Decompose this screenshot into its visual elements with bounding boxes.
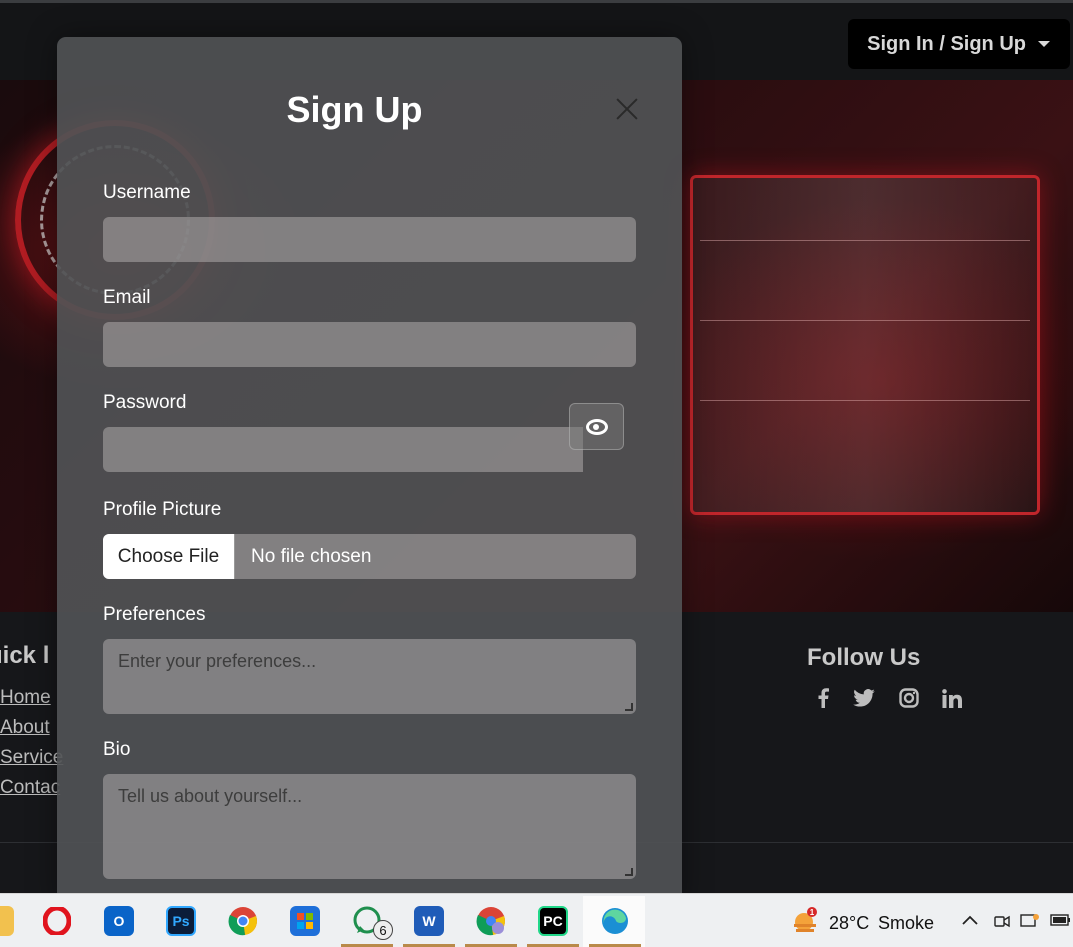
weather-description[interactable]: Smoke	[878, 913, 934, 934]
sign-in-sign-up-dropdown[interactable]: Sign In / Sign Up	[848, 19, 1070, 69]
bio-textarea[interactable]	[103, 774, 636, 879]
meet-now-icon[interactable]	[994, 913, 1010, 934]
close-icon[interactable]	[615, 97, 639, 121]
word-icon[interactable]: W	[414, 906, 444, 936]
profile-picture-file-input[interactable]: Choose File No file chosen	[103, 534, 636, 579]
profile-picture-label: Profile Picture	[103, 499, 222, 520]
footer-link-services[interactable]: Service	[0, 747, 63, 769]
pycharm-icon[interactable]: PC	[538, 906, 568, 936]
chevron-up-icon[interactable]	[962, 913, 978, 931]
email-label: Email	[103, 287, 151, 308]
file-explorer-icon[interactable]	[0, 906, 14, 936]
edge-icon[interactable]	[600, 906, 630, 936]
outlook-icon[interactable]: O	[104, 906, 134, 936]
hero-line	[700, 320, 1030, 321]
resize-handle-icon[interactable]	[625, 868, 633, 876]
footer-link-home[interactable]: Home	[0, 687, 51, 709]
weather-icon[interactable]: 1	[790, 906, 820, 936]
weather-temperature[interactable]: 28°C	[829, 913, 869, 934]
hero-screen-graphic	[690, 175, 1040, 515]
photoshop-icon[interactable]: Ps	[166, 906, 196, 936]
email-input[interactable]	[103, 322, 636, 367]
footer-link-about[interactable]: About	[0, 717, 50, 739]
sign-up-modal: Sign Up Username Email Password Profile …	[57, 37, 682, 907]
windows-taskbar: O Ps W PC 1 28°C Smoke	[0, 893, 1073, 947]
choose-file-button[interactable]: Choose File	[103, 534, 235, 579]
microsoft-store-icon[interactable]	[290, 906, 320, 936]
facebook-icon[interactable]	[811, 686, 835, 710]
battery-icon[interactable]	[1050, 913, 1072, 932]
network-icon[interactable]	[1020, 913, 1040, 936]
toggle-password-visibility-button[interactable]	[569, 403, 624, 450]
follow-us-title: Follow Us	[807, 644, 921, 671]
auth-dropdown-label: Sign In / Sign Up	[867, 32, 1026, 55]
footer-link-contact[interactable]: Contac	[0, 777, 60, 799]
modal-title: Sign Up	[286, 89, 423, 130]
quick-links-title: uick l	[0, 642, 50, 669]
weather-alert-badge: 1	[810, 908, 815, 917]
bio-label: Bio	[103, 739, 131, 760]
resize-handle-icon[interactable]	[625, 703, 633, 711]
password-label: Password	[103, 392, 187, 413]
instagram-icon[interactable]	[897, 686, 921, 710]
preferences-textarea[interactable]	[103, 639, 636, 714]
password-input[interactable]	[103, 427, 583, 472]
hero-line	[700, 400, 1030, 401]
linkedin-icon[interactable]	[940, 686, 964, 710]
whatsapp-unread-badge: 6	[373, 920, 393, 940]
eye-icon	[585, 418, 608, 435]
hero-line	[700, 240, 1030, 241]
opera-icon[interactable]	[42, 906, 72, 936]
caret-down-icon	[1038, 41, 1050, 47]
chrome-icon[interactable]	[228, 906, 258, 936]
no-file-chosen-text: No file chosen	[251, 546, 372, 567]
username-input[interactable]	[103, 217, 636, 262]
username-label: Username	[103, 182, 191, 203]
preferences-label: Preferences	[103, 604, 206, 625]
twitter-icon[interactable]	[852, 686, 876, 710]
chrome-profile-icon[interactable]	[476, 906, 506, 936]
